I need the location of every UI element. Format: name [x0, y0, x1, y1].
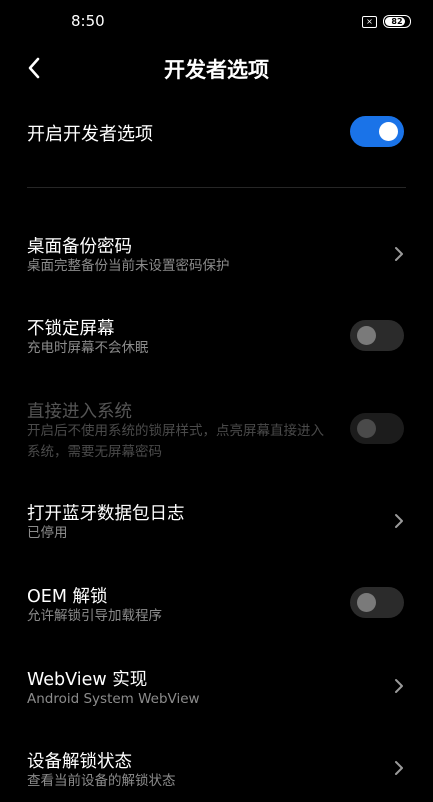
battery-level: 82 — [391, 17, 403, 26]
master-toggle-label: 开启开发者选项 — [27, 124, 153, 145]
master-toggle-row[interactable]: 开启开发者选项 — [0, 103, 433, 161]
chevron-right-icon — [395, 514, 403, 528]
setting-subtitle: 充电时屏幕不会休眠 — [27, 340, 149, 356]
setting-subtitle: Android System WebView — [27, 691, 200, 707]
setting-subtitle: 允许解锁引导加载程序 — [27, 608, 162, 624]
setting-bluetooth-hci-log[interactable]: 打开蓝牙数据包日志 已停用 — [0, 493, 433, 553]
setting-stay-awake[interactable]: 不锁定屏幕 充电时屏幕不会休眠 — [0, 308, 433, 368]
setting-oem-unlock[interactable]: OEM 解锁 允许解锁引导加载程序 — [0, 576, 433, 636]
direct-enter-system-toggle — [350, 413, 404, 444]
setting-desktop-backup-password[interactable]: 桌面备份密码 桌面完整备份当前未设置密码保护 — [0, 226, 433, 286]
toggle-knob — [357, 326, 376, 345]
setting-title: 桌面备份密码 — [27, 237, 132, 257]
oem-unlock-toggle[interactable] — [350, 587, 404, 618]
status-time: 8:50 — [71, 12, 105, 30]
setting-title: WebView 实现 — [27, 670, 148, 690]
toggle-knob — [357, 593, 376, 612]
setting-title: 打开蓝牙数据包日志 — [27, 504, 185, 524]
setting-subtitle: 已停用 — [27, 525, 68, 541]
toggle-knob — [357, 419, 376, 438]
page-title: 开发者选项 — [164, 58, 269, 82]
setting-title: 不锁定屏幕 — [27, 319, 115, 339]
setting-webview-implementation[interactable]: WebView 实现 Android System WebView — [0, 659, 433, 719]
setting-subtitle: 查看当前设备的解锁状态 — [27, 773, 176, 789]
chevron-right-icon — [395, 679, 403, 693]
chevron-right-icon — [395, 247, 403, 261]
setting-subtitle: 开启后不使用系统的锁屏样式，点亮屏幕直接进入系统，需要无屏幕密码 — [27, 423, 324, 460]
stay-awake-toggle[interactable] — [350, 320, 404, 351]
status-bar: 8:50 × 82 — [0, 0, 433, 44]
battery-icon: 82 — [383, 15, 411, 28]
chevron-right-icon — [395, 761, 403, 775]
setting-title: OEM 解锁 — [27, 587, 108, 607]
toggle-knob — [379, 122, 398, 141]
setting-title: 直接进入系统 — [27, 402, 132, 422]
setting-device-unlock-status[interactable]: 设备解锁状态 查看当前设备的解锁状态 — [0, 741, 433, 799]
setting-subtitle: 桌面完整备份当前未设置密码保护 — [27, 258, 230, 274]
setting-title: 设备解锁状态 — [27, 752, 132, 772]
status-icons: × 82 — [362, 15, 411, 28]
divider — [27, 187, 406, 188]
no-sim-icon: × — [362, 15, 377, 28]
setting-direct-enter-system: 直接进入系统 开启后不使用系统的锁屏样式，点亮屏幕直接进入系统，需要无屏幕密码 — [0, 391, 433, 467]
header: 开发者选项 — [0, 44, 433, 92]
developer-options-toggle[interactable] — [350, 116, 404, 147]
